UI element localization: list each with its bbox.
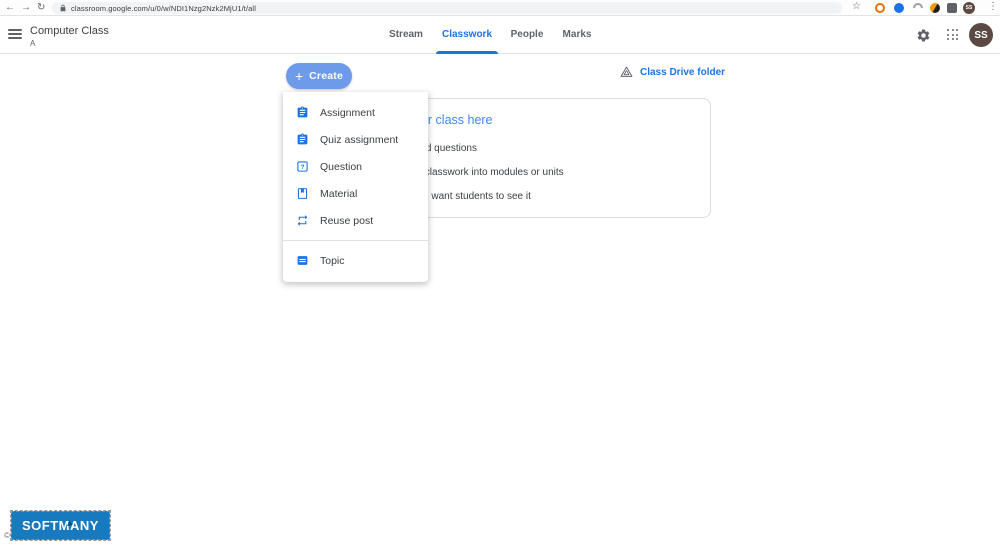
material-icon [296, 187, 309, 200]
extension-adblock-icon[interactable] [930, 3, 940, 13]
menu-item-quiz-assignment[interactable]: Quiz assignment [283, 126, 428, 153]
create-menu: Assignment Quiz assignment ? Question Ma… [283, 92, 428, 282]
extension-ring-icon[interactable] [875, 3, 885, 13]
class-title: Computer Class [30, 25, 109, 37]
class-drive-folder-link[interactable]: Class Drive folder [620, 66, 725, 78]
menu-item-material[interactable]: Material [283, 180, 428, 207]
account-avatar[interactable]: SS [969, 23, 993, 47]
svg-text:?: ? [301, 164, 305, 171]
quiz-assignment-icon [296, 133, 309, 146]
menu-item-assignment[interactable]: Assignment [283, 99, 428, 126]
browser-toolbar: ← → ↻ classroom.google.com/u/0/w/NDI1Nzg… [0, 0, 1000, 16]
copyright-mark: © [4, 531, 10, 540]
softmany-watermark: SOFTMANY [11, 511, 110, 540]
lock-icon [60, 4, 66, 12]
tab-marks[interactable]: Marks [563, 29, 592, 40]
extension-arc-icon[interactable] [911, 1, 925, 15]
topic-icon [296, 254, 309, 267]
main-menu-icon[interactable] [8, 29, 22, 40]
menu-item-reuse-post[interactable]: Reuse post [283, 207, 428, 234]
menu-item-topic[interactable]: Topic [283, 247, 428, 274]
browser-menu-icon[interactable]: ⋮ [988, 1, 998, 12]
browser-profile-avatar[interactable]: SS [963, 2, 975, 14]
address-bar[interactable]: classroom.google.com/u/0/w/NDI1Nzg2Nzk2M… [52, 2, 842, 14]
extensions-puzzle-icon[interactable] [947, 3, 957, 13]
plus-icon: + [295, 69, 303, 83]
menu-item-question[interactable]: ? Question [283, 153, 428, 180]
forward-icon[interactable]: → [21, 1, 31, 14]
tab-people[interactable]: People [511, 29, 544, 40]
extension-profile-icon[interactable] [894, 3, 904, 13]
menu-divider [283, 240, 428, 241]
reload-icon[interactable]: ↻ [37, 1, 45, 14]
classroom-header: Computer Class A Stream Classwork People… [0, 16, 1000, 54]
class-section: A [30, 39, 35, 48]
watermark-text: SOFTMANY [22, 518, 99, 533]
create-button[interactable]: + Create [286, 63, 352, 89]
reuse-post-icon [296, 214, 309, 227]
settings-gear-icon[interactable] [914, 26, 932, 44]
back-icon[interactable]: ← [5, 1, 15, 14]
assignment-icon [296, 106, 309, 119]
bookmark-star-icon[interactable]: ☆ [852, 1, 861, 12]
tab-classwork[interactable]: Classwork [442, 29, 492, 40]
drive-icon [620, 66, 633, 78]
google-apps-icon[interactable] [944, 26, 962, 44]
url-text: classroom.google.com/u/0/w/NDI1Nzg2Nzk2M… [71, 4, 256, 13]
active-tab-indicator [436, 51, 498, 54]
tab-stream[interactable]: Stream [389, 29, 423, 40]
question-icon: ? [296, 160, 309, 173]
screen: ← → ↻ classroom.google.com/u/0/w/NDI1Nzg… [0, 0, 1000, 554]
